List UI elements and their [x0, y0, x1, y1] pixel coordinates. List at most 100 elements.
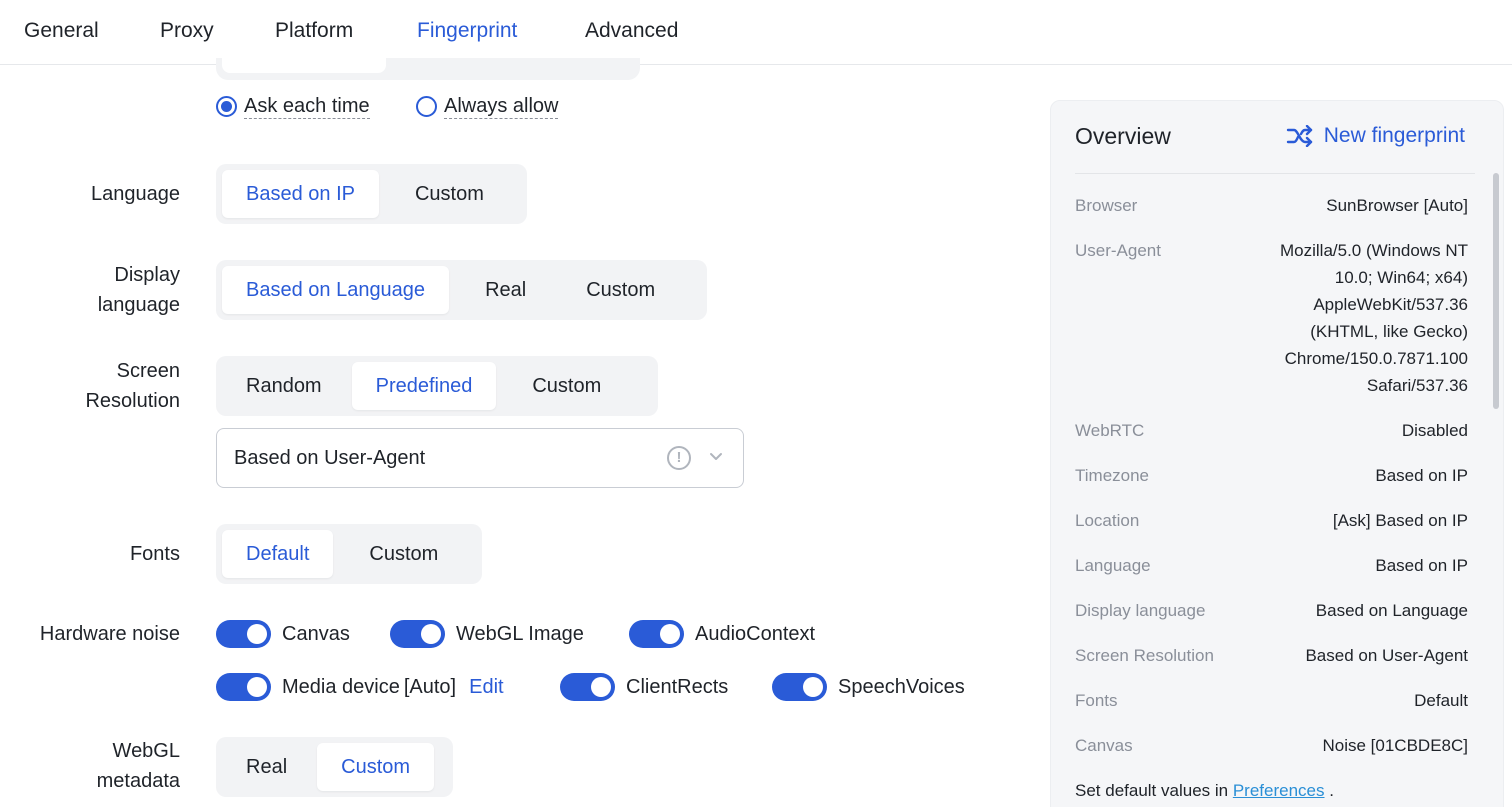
- toggle-audiocontext: AudioContext: [629, 620, 815, 648]
- chevron-down-icon: [710, 453, 722, 460]
- ua-line: Chrome/150.0.7871.100: [1284, 349, 1468, 368]
- webgl-metadata-label: WebGL metadata: [97, 736, 180, 796]
- row-key: Fonts: [1075, 691, 1118, 710]
- overview-row-user-agent: User-Agent Mozilla/5.0 (Windows NT 10.0;…: [1075, 237, 1468, 399]
- display-language-option-real[interactable]: Real: [449, 266, 556, 314]
- row-value: SunBrowser [Auto]: [1326, 196, 1468, 215]
- toggle-switch[interactable]: [390, 620, 445, 648]
- row-value: Noise [01CBDE8C]: [1322, 736, 1468, 755]
- toggle-label: SpeechVoices: [838, 675, 965, 698]
- language-option-based-on-ip[interactable]: Based on IP: [222, 170, 379, 218]
- toggle-switch[interactable]: [772, 673, 827, 701]
- toggle-switch[interactable]: [216, 620, 271, 648]
- row-key: Canvas: [1075, 736, 1133, 755]
- row-value: Based on Language: [1315, 601, 1468, 620]
- label-line: metadata: [96, 770, 180, 792]
- location-segment-selected: [222, 58, 386, 73]
- webgl-metadata-option-real[interactable]: Real: [222, 743, 317, 791]
- row-value: [Ask] Based on IP: [1332, 511, 1468, 530]
- row-value: Disabled: [1401, 421, 1468, 440]
- webgl-metadata-segment: Real Custom: [216, 737, 453, 797]
- row-key: Browser: [1075, 196, 1138, 215]
- overview-title: Overview: [1075, 123, 1171, 149]
- display-language-label: Display language: [98, 260, 180, 320]
- info-circle-icon: !: [667, 446, 691, 470]
- toggle-clientrects: ClientRects: [560, 673, 728, 701]
- row-key: WebRTC: [1075, 421, 1145, 440]
- tab-fingerprint[interactable]: Fingerprint: [417, 0, 518, 66]
- toggle-speechvoices: SpeechVoices: [772, 673, 965, 701]
- screen-resolution-option-custom[interactable]: Custom: [496, 362, 625, 410]
- toggle-switch[interactable]: [629, 620, 684, 648]
- ua-line: (KHTML, like Gecko): [1310, 322, 1468, 341]
- row-key: Display language: [1075, 601, 1206, 620]
- radio-ask-each-time[interactable]: Ask each time: [216, 94, 370, 119]
- language-segment: Based on IP Custom: [216, 164, 527, 224]
- fonts-option-default[interactable]: Default: [222, 530, 334, 578]
- tab-proxy[interactable]: Proxy: [160, 0, 214, 65]
- label-line: language: [97, 294, 180, 316]
- row-value: Based on User-Agent: [1305, 646, 1468, 665]
- radio-always-allow[interactable]: Always allow: [416, 94, 559, 119]
- row-value: Based on IP: [1375, 556, 1468, 575]
- fonts-segment: Default Custom: [216, 524, 482, 584]
- toggle-switch[interactable]: [216, 673, 271, 701]
- display-language-segment: Based on Language Real Custom: [216, 260, 707, 320]
- row-key: Screen Resolution: [1075, 646, 1214, 665]
- row-value: Mozilla/5.0 (Windows NT 10.0; Win64; x64…: [1248, 237, 1468, 399]
- media-device-edit-link[interactable]: Edit: [469, 676, 503, 699]
- new-fingerprint-button[interactable]: New fingerprint: [1286, 124, 1465, 148]
- tab-platform[interactable]: Platform: [275, 0, 353, 65]
- language-label: Language: [91, 183, 180, 205]
- footer-text: Set default values in: [1075, 781, 1229, 800]
- label-line: Screen: [116, 360, 180, 382]
- footer-end: .: [1329, 781, 1334, 800]
- location-segment-partial: [216, 58, 640, 80]
- divider: [1075, 173, 1475, 174]
- row-key: User-Agent: [1075, 241, 1161, 260]
- shuffle-icon: [1286, 125, 1312, 147]
- new-fingerprint-label: New fingerprint: [1323, 124, 1465, 147]
- webgl-metadata-option-custom[interactable]: Custom: [317, 743, 435, 791]
- toggle-media-device: Media device [Auto] Edit: [216, 673, 504, 701]
- label-line: Resolution: [85, 390, 180, 412]
- toggle-label: AudioContext: [695, 622, 816, 645]
- ua-line: Safari/537.36: [1366, 376, 1468, 395]
- ua-line: 10.0; Win64; x64): [1334, 268, 1468, 287]
- radio-label: Ask each time: [244, 95, 370, 119]
- screen-resolution-option-random[interactable]: Random: [222, 362, 352, 410]
- row-value: Based on IP: [1375, 466, 1468, 485]
- screen-resolution-option-predefined[interactable]: Predefined: [351, 362, 497, 410]
- screen-resolution-dropdown[interactable]: Based on User-Agent !: [216, 428, 744, 488]
- display-language-option-based-on-language[interactable]: Based on Language: [222, 266, 450, 314]
- preferences-link[interactable]: Preferences: [1233, 781, 1325, 800]
- hardware-noise-label: Hardware noise: [39, 623, 180, 645]
- row-value: Default: [1414, 691, 1468, 710]
- fonts-option-custom[interactable]: Custom: [333, 530, 468, 578]
- radio-dot-unchecked: [416, 96, 437, 117]
- toggle-canvas: Canvas: [216, 620, 350, 648]
- toggle-suffix: [Auto]: [403, 675, 457, 698]
- toggle-switch[interactable]: [560, 673, 615, 701]
- ua-line: Mozilla/5.0 (Windows NT: [1280, 241, 1468, 260]
- tab-bar: General Proxy Platform Fingerprint Advan…: [0, 0, 1512, 66]
- panel-scrollbar[interactable]: [1493, 173, 1499, 409]
- toggle-label: Media device: [282, 675, 400, 698]
- language-option-custom[interactable]: Custom: [379, 170, 514, 218]
- toggle-webgl-image: WebGL Image: [390, 620, 584, 648]
- tab-advanced[interactable]: Advanced: [585, 0, 678, 65]
- tab-general[interactable]: General: [24, 0, 99, 65]
- overview-panel: Overview New fingerprint Browser SunBrow…: [1050, 100, 1504, 807]
- screen-resolution-segment: Random Predefined Custom: [216, 356, 658, 416]
- row-key: Language: [1075, 556, 1151, 575]
- dropdown-value: Based on User-Agent: [234, 446, 426, 469]
- screen-resolution-label: Screen Resolution: [85, 356, 180, 416]
- toggle-label: ClientRects: [626, 675, 729, 698]
- label-line: Display: [114, 264, 180, 286]
- row-key: Timezone: [1075, 466, 1150, 485]
- overview-footer: Set default values in Preferences .: [1075, 781, 1334, 801]
- label-line: WebGL: [112, 740, 180, 762]
- display-language-option-custom[interactable]: Custom: [556, 266, 679, 314]
- ua-line: AppleWebKit/537.36: [1313, 295, 1468, 314]
- toggle-label: WebGL Image: [456, 622, 584, 645]
